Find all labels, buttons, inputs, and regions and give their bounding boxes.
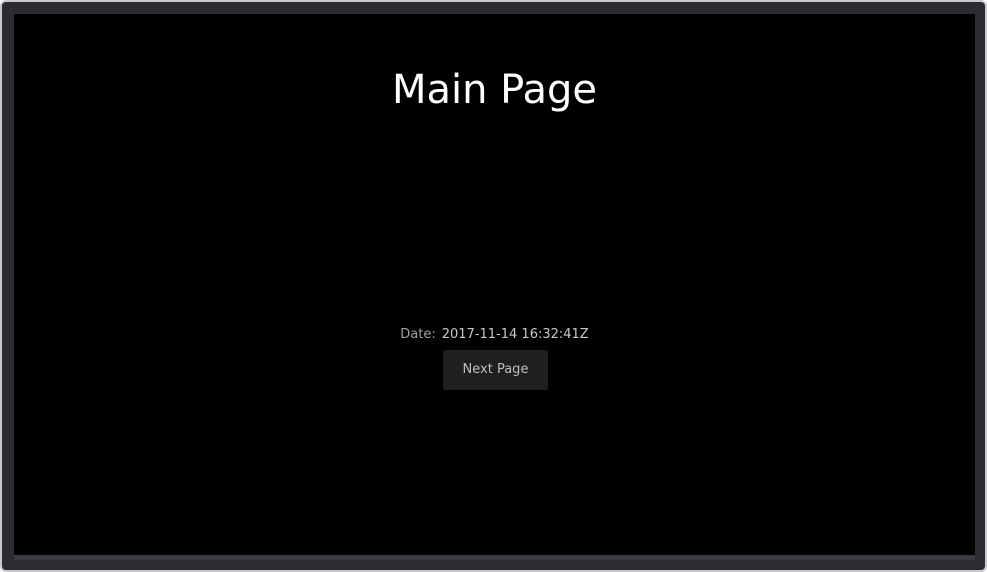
bottom-strip — [14, 555, 975, 560]
page-title: Main Page — [391, 67, 598, 113]
date-value: 2017-11-14 16:32:41Z — [441, 327, 589, 342]
date-label: Date: — [400, 327, 436, 342]
next-page-button[interactable]: Next Page — [443, 350, 548, 390]
window-frame: Main Page Date: 2017-11-14 16:32:41Z Next… — [0, 0, 987, 572]
date-row: Date: 2017-11-14 16:32:41Z — [14, 326, 975, 344]
app-surface: Main Page Date: 2017-11-14 16:32:41Z Next… — [14, 14, 975, 555]
